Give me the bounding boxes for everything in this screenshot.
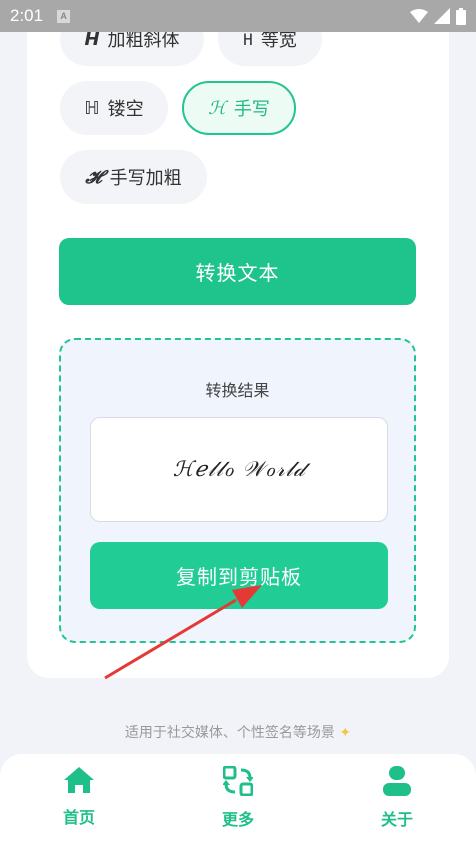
style-chip-label: 镂空 <box>107 99 144 120</box>
style-chip-script[interactable]: ℋ 手写 <box>182 81 296 135</box>
style-chip-script-bold[interactable]: 𝓗 手写加粗 <box>60 150 207 204</box>
signal-icon <box>434 8 450 24</box>
status-bar: 2:01 A <box>0 0 476 32</box>
user-icon <box>383 766 411 796</box>
notification-icon: A <box>57 9 71 23</box>
battery-icon <box>456 7 466 25</box>
footer-note: 适用于社交媒体、个性签名等场景 ✦ <box>0 722 476 742</box>
exchange-icon <box>223 766 253 796</box>
bottom-navigation: 首页 更多 关于 <box>0 754 476 846</box>
script-glyph: ℋ <box>208 97 226 119</box>
style-chip-label: 手写加粗 <box>109 168 182 189</box>
result-title: 转换结果 <box>205 381 270 400</box>
nav-item-home[interactable]: 首页 <box>39 766 119 836</box>
home-icon <box>64 767 94 793</box>
sparkle-icon: ✦ <box>339 725 352 741</box>
nav-label-more: 更多 <box>221 810 254 829</box>
script-bold-glyph: 𝓗 <box>85 166 102 188</box>
wifi-icon <box>410 9 428 23</box>
nav-label-home: 首页 <box>62 808 95 827</box>
convert-text-button[interactable]: 转换文本 <box>59 238 416 305</box>
result-output-text[interactable]: ℋℯ𝓁𝓁ℴ 𝒲ℴ𝓇𝓁𝒹 <box>90 417 388 522</box>
outline-glyph: ℍ <box>84 97 100 119</box>
nav-item-more[interactable]: 更多 <box>198 766 278 836</box>
footer-note-text: 适用于社交媒体、个性签名等场景 <box>124 725 335 741</box>
style-chip-outline[interactable]: ℍ 镂空 <box>60 81 168 135</box>
nav-item-about[interactable]: 关于 <box>357 766 437 836</box>
monospace-glyph: H <box>243 29 253 49</box>
copy-to-clipboard-button[interactable]: 复制到剪贴板 <box>90 542 388 609</box>
status-time: 2:01 <box>10 6 44 25</box>
result-panel: 转换结果 ℋℯ𝓁𝓁ℴ 𝒲ℴ𝓇𝓁𝒹 复制到剪贴板 <box>59 338 416 643</box>
nav-label-about: 关于 <box>380 810 413 829</box>
style-chip-label: 手写 <box>233 99 270 120</box>
